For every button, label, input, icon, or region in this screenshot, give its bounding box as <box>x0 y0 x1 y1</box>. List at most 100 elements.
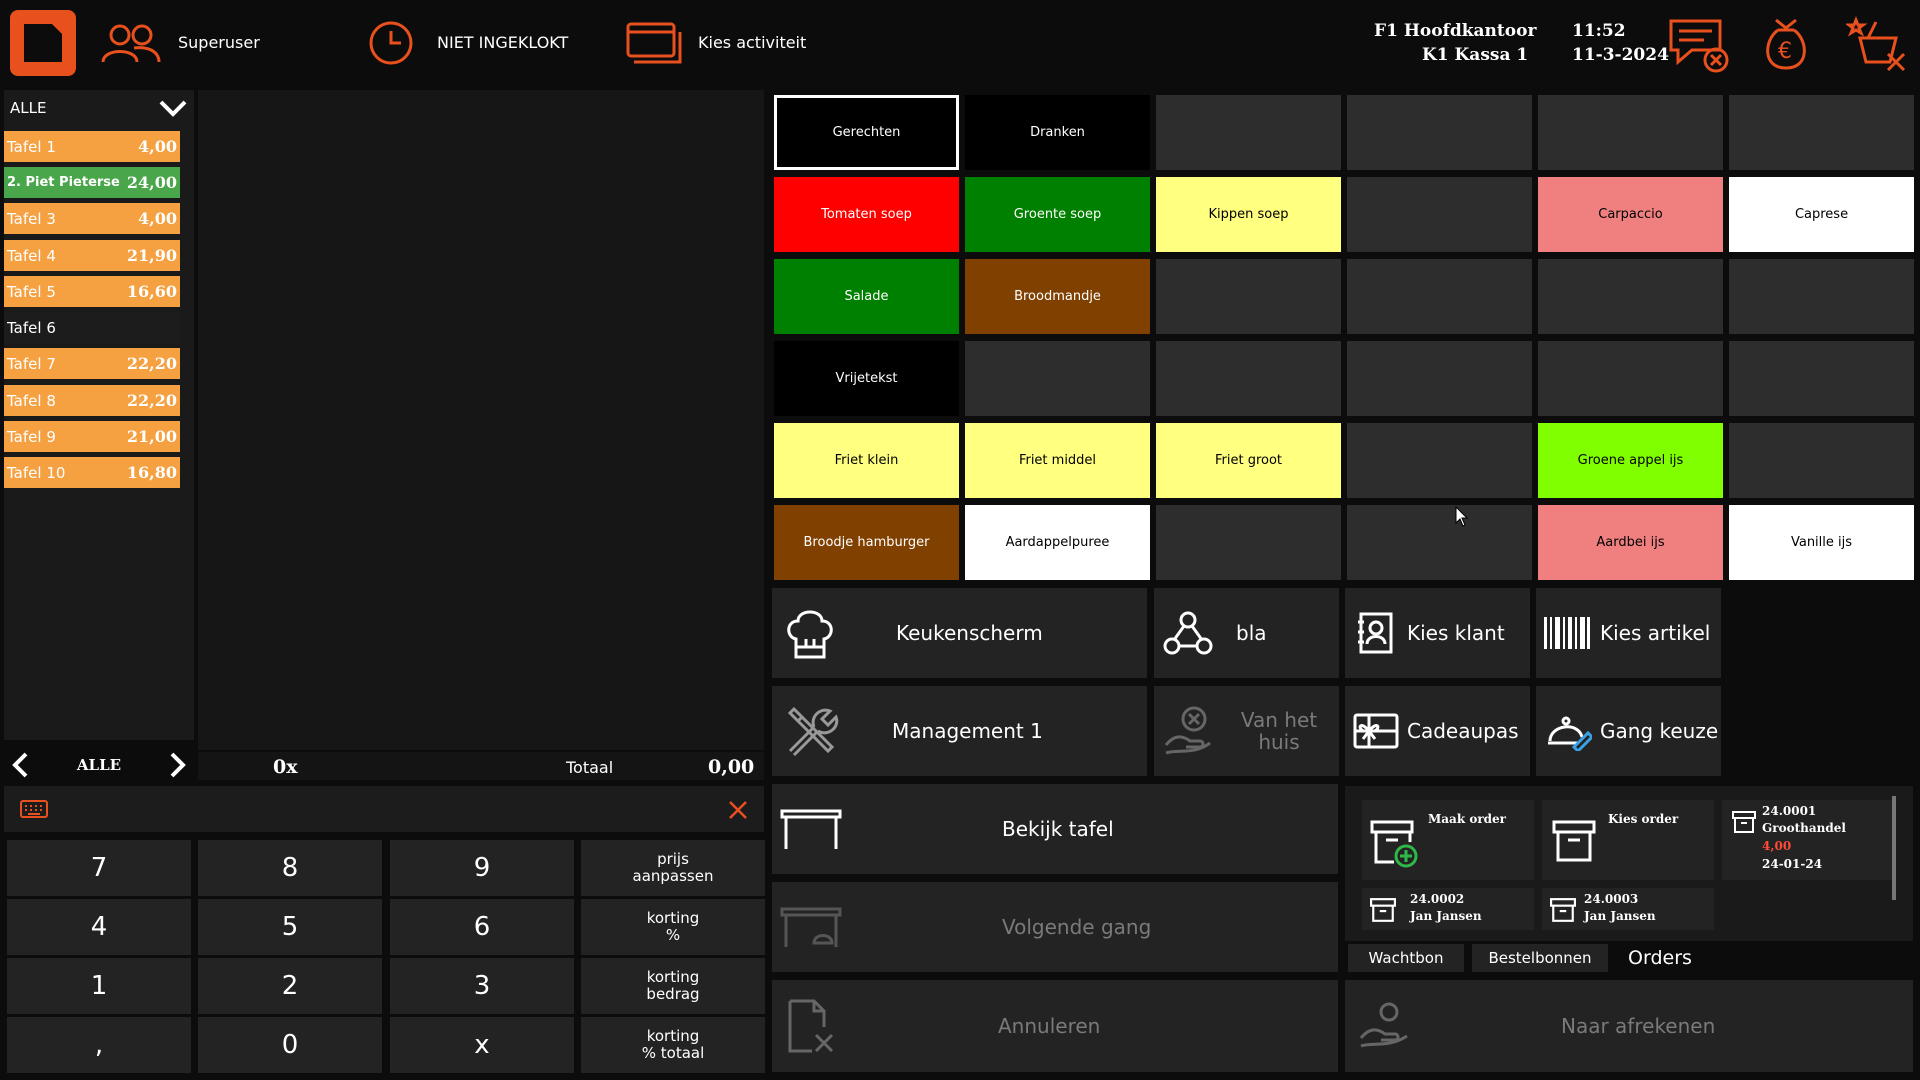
van-het-huis-label: Van het huis <box>1240 708 1318 754</box>
table-row[interactable]: Tafel 4 21,90 <box>4 240 180 271</box>
keyboard-icon[interactable] <box>20 800 48 818</box>
table-row[interactable]: Tafel 8 22,20 <box>4 385 180 416</box>
key-8[interactable]: 8 <box>198 840 382 896</box>
clock-status[interactable]: NIET INGEKLOKT <box>437 33 568 52</box>
webhook-icon <box>1162 608 1214 658</box>
table-row[interactable]: 2. Piet Pieterse 24,00 <box>4 167 180 198</box>
table-row[interactable]: Tafel 9 21,00 <box>4 421 180 452</box>
discount-percent-button[interactable]: korting % <box>581 899 765 955</box>
app-logo[interactable] <box>10 10 76 76</box>
adjust-price-button[interactable]: prijs aanpassen <box>581 840 765 896</box>
volgende-gang-button[interactable]: Volgende gang <box>772 882 1338 972</box>
cadeaupas-label: Cadeaupas <box>1407 719 1519 743</box>
van-het-huis-button[interactable]: Van het huis <box>1154 686 1339 776</box>
key-0[interactable]: 0 <box>198 1017 382 1073</box>
table-cloche-icon <box>780 905 844 949</box>
tab-wachtbon[interactable]: Wachtbon <box>1348 944 1464 972</box>
current-user[interactable]: Superuser <box>178 33 260 52</box>
product-salade[interactable]: Salade <box>774 259 959 334</box>
order-number: 24.0002 <box>1410 892 1465 906</box>
gang-keuze-label: Gang keuze <box>1600 719 1719 743</box>
key-1[interactable]: 1 <box>7 958 191 1014</box>
order-card[interactable]: 24.0002 Jan Jansen <box>1362 888 1534 930</box>
table-row[interactable]: Tafel 7 22,20 <box>4 348 180 379</box>
input-bar[interactable] <box>4 786 764 832</box>
key-multiply[interactable]: x <box>390 1017 574 1073</box>
key-6[interactable]: 6 <box>390 899 574 955</box>
product-friet-klein[interactable]: Friet klein <box>774 423 959 498</box>
kies-klant-button[interactable]: Kies klant <box>1345 588 1530 678</box>
product-tomaten-soep[interactable]: Tomaten soep <box>774 177 959 252</box>
product-caprese[interactable]: Caprese <box>1729 177 1914 252</box>
product-carpaccio[interactable]: Carpaccio <box>1538 177 1723 252</box>
create-order-button[interactable]: Maak order <box>1362 800 1534 880</box>
product-groente-soep[interactable]: Groente soep <box>965 177 1150 252</box>
table-row[interactable]: Tafel 3 4,00 <box>4 203 180 234</box>
discount-total-percent-button[interactable]: korting % totaal <box>581 1017 765 1073</box>
activity-icon[interactable] <box>626 22 682 64</box>
product-vrijetekst[interactable]: Vrijetekst <box>774 341 959 416</box>
discount-amount-button[interactable]: korting bedrag <box>581 958 765 1014</box>
table-filter-dropdown[interactable]: ALLE <box>4 92 194 124</box>
kies-artikel-button[interactable]: Kies artikel <box>1536 588 1721 678</box>
product-friet-middel[interactable]: Friet middel <box>965 423 1150 498</box>
bla-button[interactable]: bla <box>1154 588 1339 678</box>
product-friet-groot[interactable]: Friet groot <box>1156 423 1341 498</box>
order-count: 0x <box>273 756 298 778</box>
order-date: 24-01-24 <box>1762 857 1823 871</box>
annuleren-button[interactable]: Annuleren <box>772 980 1338 1072</box>
money-bag-icon[interactable]: € <box>1760 16 1812 72</box>
activity-selector[interactable]: Kies activiteit <box>698 33 806 52</box>
choose-order-label: Kies order <box>1608 812 1679 826</box>
category-gerechten[interactable]: Gerechten <box>774 95 959 170</box>
order-card[interactable]: 24.0001 Groothandel 4,00 24-01-24 <box>1722 800 1894 880</box>
key-comma[interactable]: , <box>7 1017 191 1073</box>
order-list[interactable] <box>198 90 764 750</box>
product-groene-appel-ijs[interactable]: Groene appel ijs <box>1538 423 1723 498</box>
order-amount: 4,00 <box>1762 839 1792 853</box>
product-aardappelpuree[interactable]: Aardappelpuree <box>965 505 1150 580</box>
key-9[interactable]: 9 <box>390 840 574 896</box>
tab-orders[interactable]: Orders <box>1616 944 1704 972</box>
pager-label: ALLE <box>76 756 122 774</box>
product-broodmandje[interactable]: Broodmandje <box>965 259 1150 334</box>
chevron-right-icon[interactable] <box>168 751 188 779</box>
basket-cancel-icon[interactable] <box>1846 14 1910 76</box>
product-aardbei-ijs[interactable]: Aardbei ijs <box>1538 505 1723 580</box>
gang-keuze-button[interactable]: Gang keuze <box>1536 686 1721 776</box>
product-broodje-hamburger[interactable]: Broodje hamburger <box>774 505 959 580</box>
hand-cancel-icon <box>1164 705 1214 757</box>
key-2[interactable]: 2 <box>198 958 382 1014</box>
close-icon[interactable] <box>728 800 748 820</box>
table-row[interactable]: Tafel 6 <box>4 312 180 343</box>
product-kippen-soep[interactable]: Kippen soep <box>1156 177 1341 252</box>
table-row[interactable]: Tafel 5 16,60 <box>4 276 180 307</box>
keukenscherm-button[interactable]: Keukenscherm <box>772 588 1147 678</box>
kies-artikel-label: Kies artikel <box>1600 621 1711 645</box>
product-vanille-ijs[interactable]: Vanille ijs <box>1729 505 1914 580</box>
key-4[interactable]: 4 <box>7 899 191 955</box>
product-slot-empty <box>1347 423 1532 498</box>
message-cancel-icon[interactable] <box>1668 18 1730 74</box>
kies-klant-label: Kies klant <box>1407 621 1505 645</box>
clock-icon[interactable] <box>368 20 414 66</box>
chevron-left-icon[interactable] <box>10 751 30 779</box>
table-row[interactable]: Tafel 10 16,80 <box>4 457 180 488</box>
key-3[interactable]: 3 <box>390 958 574 1014</box>
product-slot-empty <box>1347 95 1532 170</box>
cadeaupas-button[interactable]: Cadeaupas <box>1345 686 1530 776</box>
tab-bestelbonnen[interactable]: Bestelbonnen <box>1472 944 1608 972</box>
svg-text:€: € <box>1778 39 1792 64</box>
table-row[interactable]: Tafel 1 4,00 <box>4 131 180 162</box>
category-dranken[interactable]: Dranken <box>965 95 1150 170</box>
users-icon[interactable] <box>100 22 162 64</box>
orders-scrollbar[interactable] <box>1892 796 1896 900</box>
naar-afrekenen-button[interactable]: Naar afrekenen <box>1345 980 1913 1072</box>
order-card[interactable]: 24.0003 Jan Jansen <box>1542 888 1714 930</box>
management-button[interactable]: Management 1 <box>772 686 1147 776</box>
gift-card-icon <box>1353 713 1399 749</box>
key-5[interactable]: 5 <box>198 899 382 955</box>
key-7[interactable]: 7 <box>7 840 191 896</box>
bekijk-tafel-button[interactable]: Bekijk tafel <box>772 784 1338 874</box>
choose-order-button[interactable]: Kies order <box>1542 800 1714 880</box>
